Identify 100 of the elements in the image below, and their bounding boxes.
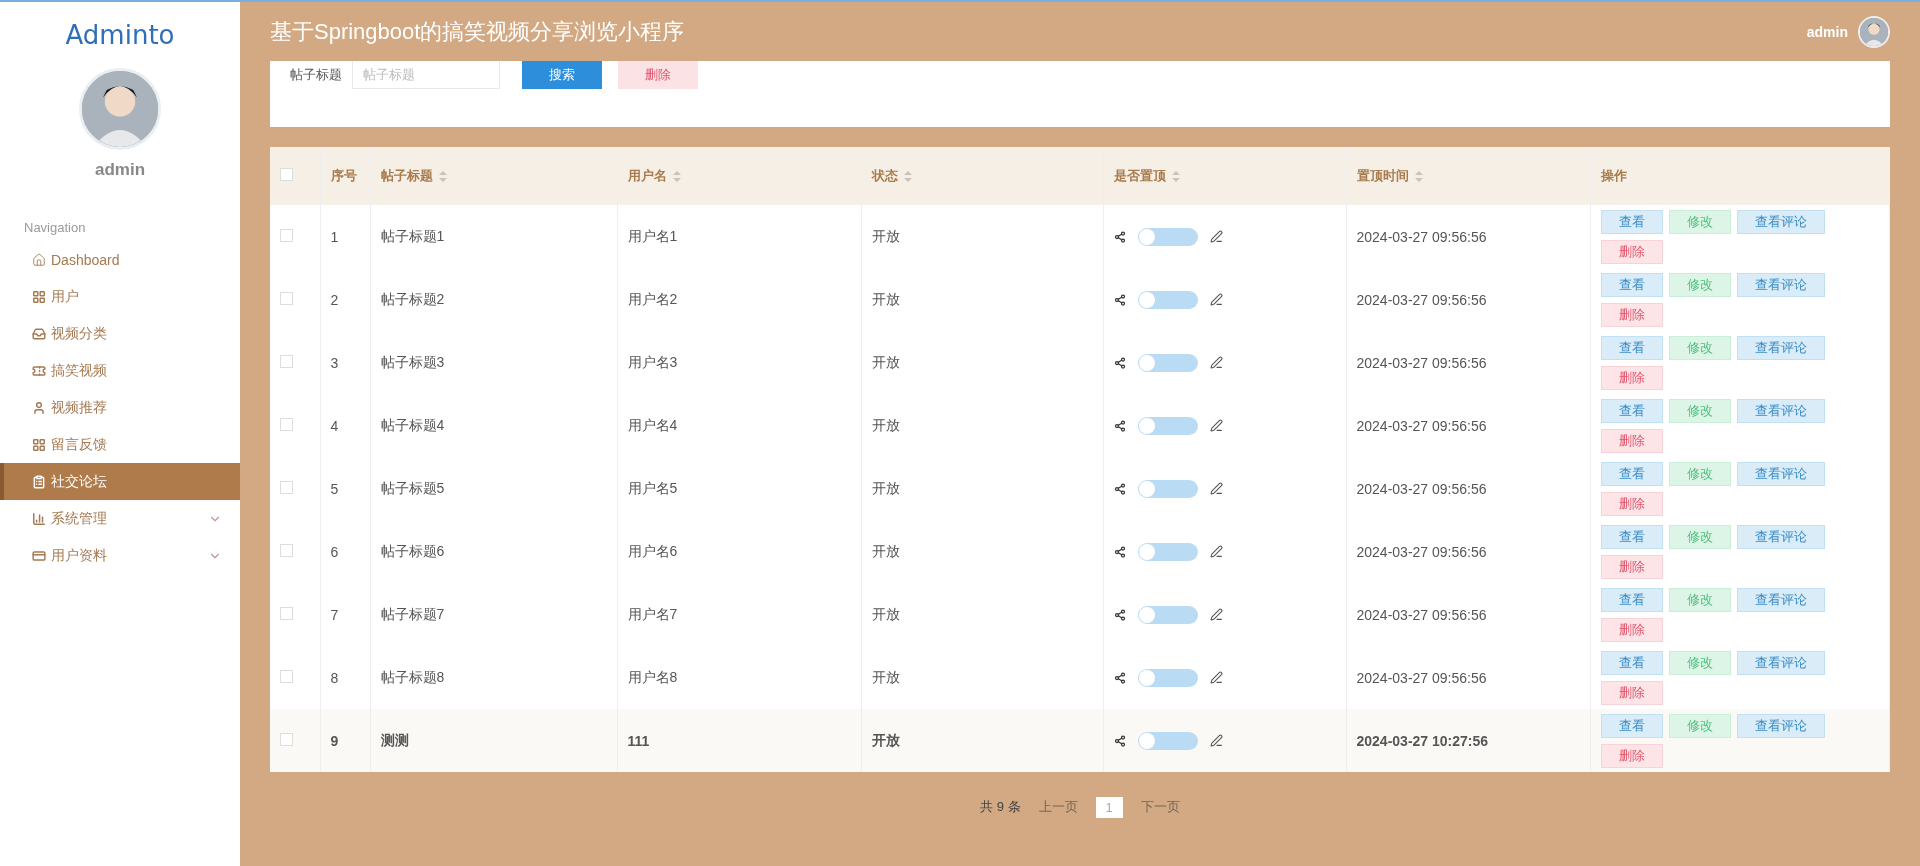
sidebar-item[interactable]: 用户 <box>0 278 240 315</box>
pin-toggle[interactable] <box>1137 605 1198 624</box>
share-icon[interactable] <box>1113 419 1126 432</box>
edit-button[interactable]: 修改 <box>1668 209 1731 234</box>
share-icon[interactable] <box>1113 608 1126 621</box>
sort-icon[interactable] <box>1171 170 1180 182</box>
pin-toggle[interactable] <box>1137 542 1198 561</box>
search-field[interactable]: 帖子标题 <box>352 61 500 89</box>
row-checkbox[interactable] <box>280 417 293 431</box>
column-header[interactable]: 用户名 <box>627 167 667 185</box>
view-button[interactable]: 查看评论 <box>1736 209 1825 234</box>
select-all-checkbox[interactable] <box>280 168 293 181</box>
view-button[interactable]: 查看 <box>1600 713 1663 738</box>
sort-icon[interactable] <box>672 170 681 182</box>
edit-button[interactable]: 修改 <box>1668 713 1731 738</box>
view-button[interactable]: 查看 <box>1600 335 1663 360</box>
edit-button[interactable]: 修改 <box>1668 398 1731 423</box>
user-name: 111 <box>627 732 650 749</box>
row-checkbox[interactable] <box>280 543 293 557</box>
pencil-icon[interactable] <box>1209 545 1223 558</box>
view-button[interactable]: 查看 <box>1600 524 1663 549</box>
view-button[interactable]: 查看 <box>1600 209 1663 234</box>
user-name: 用户名7 <box>627 605 678 622</box>
delete-button[interactable]: 删除 <box>1600 302 1663 327</box>
view-button[interactable]: 查看评论 <box>1736 398 1825 423</box>
view-button[interactable]: 查看 <box>1600 587 1663 612</box>
edit-button[interactable]: 修改 <box>1668 587 1731 612</box>
view-button[interactable]: 查看评论 <box>1736 650 1825 675</box>
edit-button[interactable]: 修改 <box>1668 650 1731 675</box>
sidebar-item[interactable]: 留言反馈 <box>0 426 240 463</box>
sidebar-item[interactable]: 社交论坛 <box>0 463 240 500</box>
delete-button[interactable]: 删除 <box>1600 491 1663 516</box>
row-checkbox[interactable] <box>280 669 293 683</box>
search-button[interactable]: 搜索 <box>522 61 602 89</box>
view-button[interactable]: 查看 <box>1600 272 1663 297</box>
view-button[interactable]: 查看 <box>1600 398 1663 423</box>
post-title: 帖子标题3 <box>380 353 445 370</box>
view-button[interactable]: 查看 <box>1600 650 1663 675</box>
view-button[interactable]: 查看 <box>1600 461 1663 486</box>
pin-toggle[interactable] <box>1137 227 1198 246</box>
pencil-icon[interactable] <box>1209 293 1223 306</box>
pin-toggle[interactable] <box>1137 479 1198 498</box>
sort-icon[interactable] <box>438 170 447 182</box>
edit-button[interactable]: 修改 <box>1668 524 1731 549</box>
row-checkbox[interactable] <box>280 732 293 746</box>
delete-button[interactable]: 删除 <box>1600 617 1663 642</box>
view-button[interactable]: 查看评论 <box>1736 524 1825 549</box>
pencil-icon[interactable] <box>1209 482 1223 495</box>
delete-button[interactable]: 删除 <box>1600 680 1663 705</box>
column-header[interactable]: 置顶时间 <box>1356 167 1409 185</box>
sidebar-item[interactable]: 搞笑视频 <box>0 352 240 389</box>
pencil-icon[interactable] <box>1209 230 1223 243</box>
column-header[interactable]: 状态 <box>871 167 898 185</box>
delete-button[interactable]: 删除 <box>1600 743 1663 768</box>
column-header[interactable]: 是否置顶 <box>1113 167 1166 185</box>
sidebar-item[interactable]: Dashboard <box>0 241 240 278</box>
pin-toggle[interactable] <box>1137 668 1198 687</box>
view-button[interactable]: 查看评论 <box>1736 713 1825 738</box>
share-icon[interactable] <box>1113 734 1126 747</box>
delete-button[interactable]: 删除 <box>1600 428 1663 453</box>
page-number[interactable]: 1 <box>1095 796 1123 818</box>
row-checkbox[interactable] <box>280 354 293 368</box>
total-count: 共 9 条 <box>980 798 1021 816</box>
delete-button[interactable]: 删除 <box>1600 365 1663 390</box>
row-checkbox[interactable] <box>280 291 293 305</box>
sort-icon[interactable] <box>1414 170 1423 182</box>
share-icon[interactable] <box>1113 482 1126 495</box>
view-button[interactable]: 查看评论 <box>1736 587 1825 612</box>
sidebar-item[interactable]: 用户资料 <box>0 537 240 574</box>
pencil-icon[interactable] <box>1209 734 1223 747</box>
delete-button[interactable]: 删除 <box>618 61 698 89</box>
view-button[interactable]: 查看评论 <box>1736 272 1825 297</box>
sidebar-item[interactable]: 视频推荐 <box>0 389 240 426</box>
pencil-icon[interactable] <box>1209 671 1223 684</box>
delete-button[interactable]: 删除 <box>1600 239 1663 264</box>
sort-icon[interactable] <box>903 170 912 182</box>
view-button[interactable]: 查看评论 <box>1736 335 1825 360</box>
share-icon[interactable] <box>1113 230 1126 243</box>
share-icon[interactable] <box>1113 356 1126 369</box>
pin-toggle[interactable] <box>1137 416 1198 435</box>
edit-button[interactable]: 修改 <box>1668 461 1731 486</box>
pin-toggle[interactable] <box>1137 353 1198 372</box>
edit-button[interactable]: 修改 <box>1668 335 1731 360</box>
pin-toggle[interactable] <box>1137 731 1198 750</box>
sidebar-item[interactable]: 系统管理 <box>0 500 240 537</box>
view-button[interactable]: 查看评论 <box>1736 461 1825 486</box>
pencil-icon[interactable] <box>1209 356 1223 369</box>
share-icon[interactable] <box>1113 671 1126 684</box>
delete-button[interactable]: 删除 <box>1600 554 1663 579</box>
row-checkbox[interactable] <box>280 606 293 620</box>
pencil-icon[interactable] <box>1209 608 1223 621</box>
row-checkbox[interactable] <box>280 228 293 242</box>
pin-toggle[interactable] <box>1137 290 1198 309</box>
edit-button[interactable]: 修改 <box>1668 272 1731 297</box>
column-header[interactable]: 帖子标题 <box>380 167 433 185</box>
share-icon[interactable] <box>1113 293 1126 306</box>
pencil-icon[interactable] <box>1209 419 1223 432</box>
share-icon[interactable] <box>1113 545 1126 558</box>
sidebar-item[interactable]: 视频分类 <box>0 315 240 352</box>
row-checkbox[interactable] <box>280 480 293 494</box>
